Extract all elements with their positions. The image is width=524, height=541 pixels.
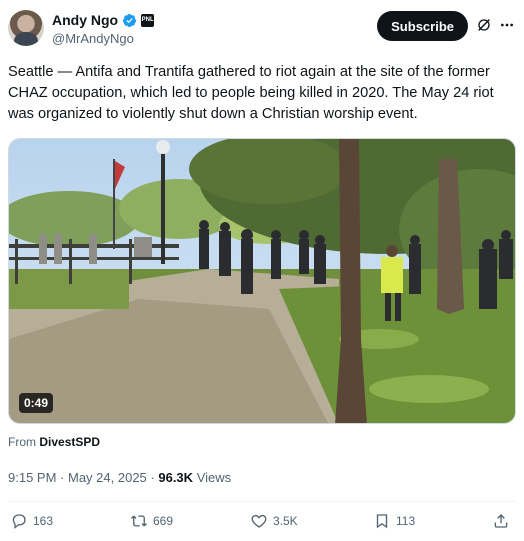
avatar[interactable] xyxy=(8,10,44,46)
like-icon xyxy=(251,514,267,528)
repost-icon xyxy=(131,515,147,527)
share-button[interactable] xyxy=(492,512,510,530)
views-count: 96.3K xyxy=(158,470,194,485)
reply-button[interactable]: 163 xyxy=(10,512,53,530)
video-duration: 0:49 xyxy=(19,393,54,413)
media-source: From DivestSPD xyxy=(8,435,100,449)
bookmark-count: 113 xyxy=(396,514,416,528)
like-count: 3.5K xyxy=(273,514,298,528)
action-bar: 163 669 3.5K 113 xyxy=(8,512,516,534)
author-handle[interactable]: @MrAndyNgo xyxy=(52,31,134,46)
affiliation-badge[interactable]: PNL xyxy=(141,13,155,27)
video-thumbnail xyxy=(9,139,515,423)
more-icon[interactable] xyxy=(498,17,516,33)
tweet-header: Andy Ngo PNL @MrAndyNgo Subscribe xyxy=(8,10,516,50)
video-player[interactable]: 0:49 xyxy=(8,138,516,424)
repost-button[interactable]: 669 xyxy=(130,512,173,530)
like-button[interactable]: 3.5K xyxy=(250,512,298,530)
verified-badge-icon xyxy=(123,13,137,27)
reply-count: 163 xyxy=(33,514,54,528)
share-icon xyxy=(494,514,508,528)
display-name[interactable]: Andy Ngo xyxy=(52,12,118,28)
reply-icon xyxy=(12,514,26,529)
divider xyxy=(8,501,516,502)
source-prefix: From xyxy=(8,435,36,449)
views-label: Views xyxy=(196,470,232,485)
tweet-meta: 9:15 PM · May 24, 2025 · 96.3K Views xyxy=(8,470,232,485)
subscribe-button[interactable]: Subscribe xyxy=(377,11,468,41)
grok-icon[interactable] xyxy=(476,17,492,33)
tweet-text: Seattle — Antifa and Trantifa gathered t… xyxy=(8,64,494,122)
bookmark-button[interactable]: 113 xyxy=(373,512,415,530)
tweet-time[interactable]: 9:15 PM xyxy=(8,470,56,485)
repost-count: 669 xyxy=(153,514,174,528)
source-account-link[interactable]: DivestSPD xyxy=(39,435,100,449)
bookmark-icon xyxy=(376,514,388,529)
author-name-row: Andy Ngo PNL xyxy=(52,12,155,28)
tweet-date[interactable]: May 24, 2025 xyxy=(68,470,147,485)
